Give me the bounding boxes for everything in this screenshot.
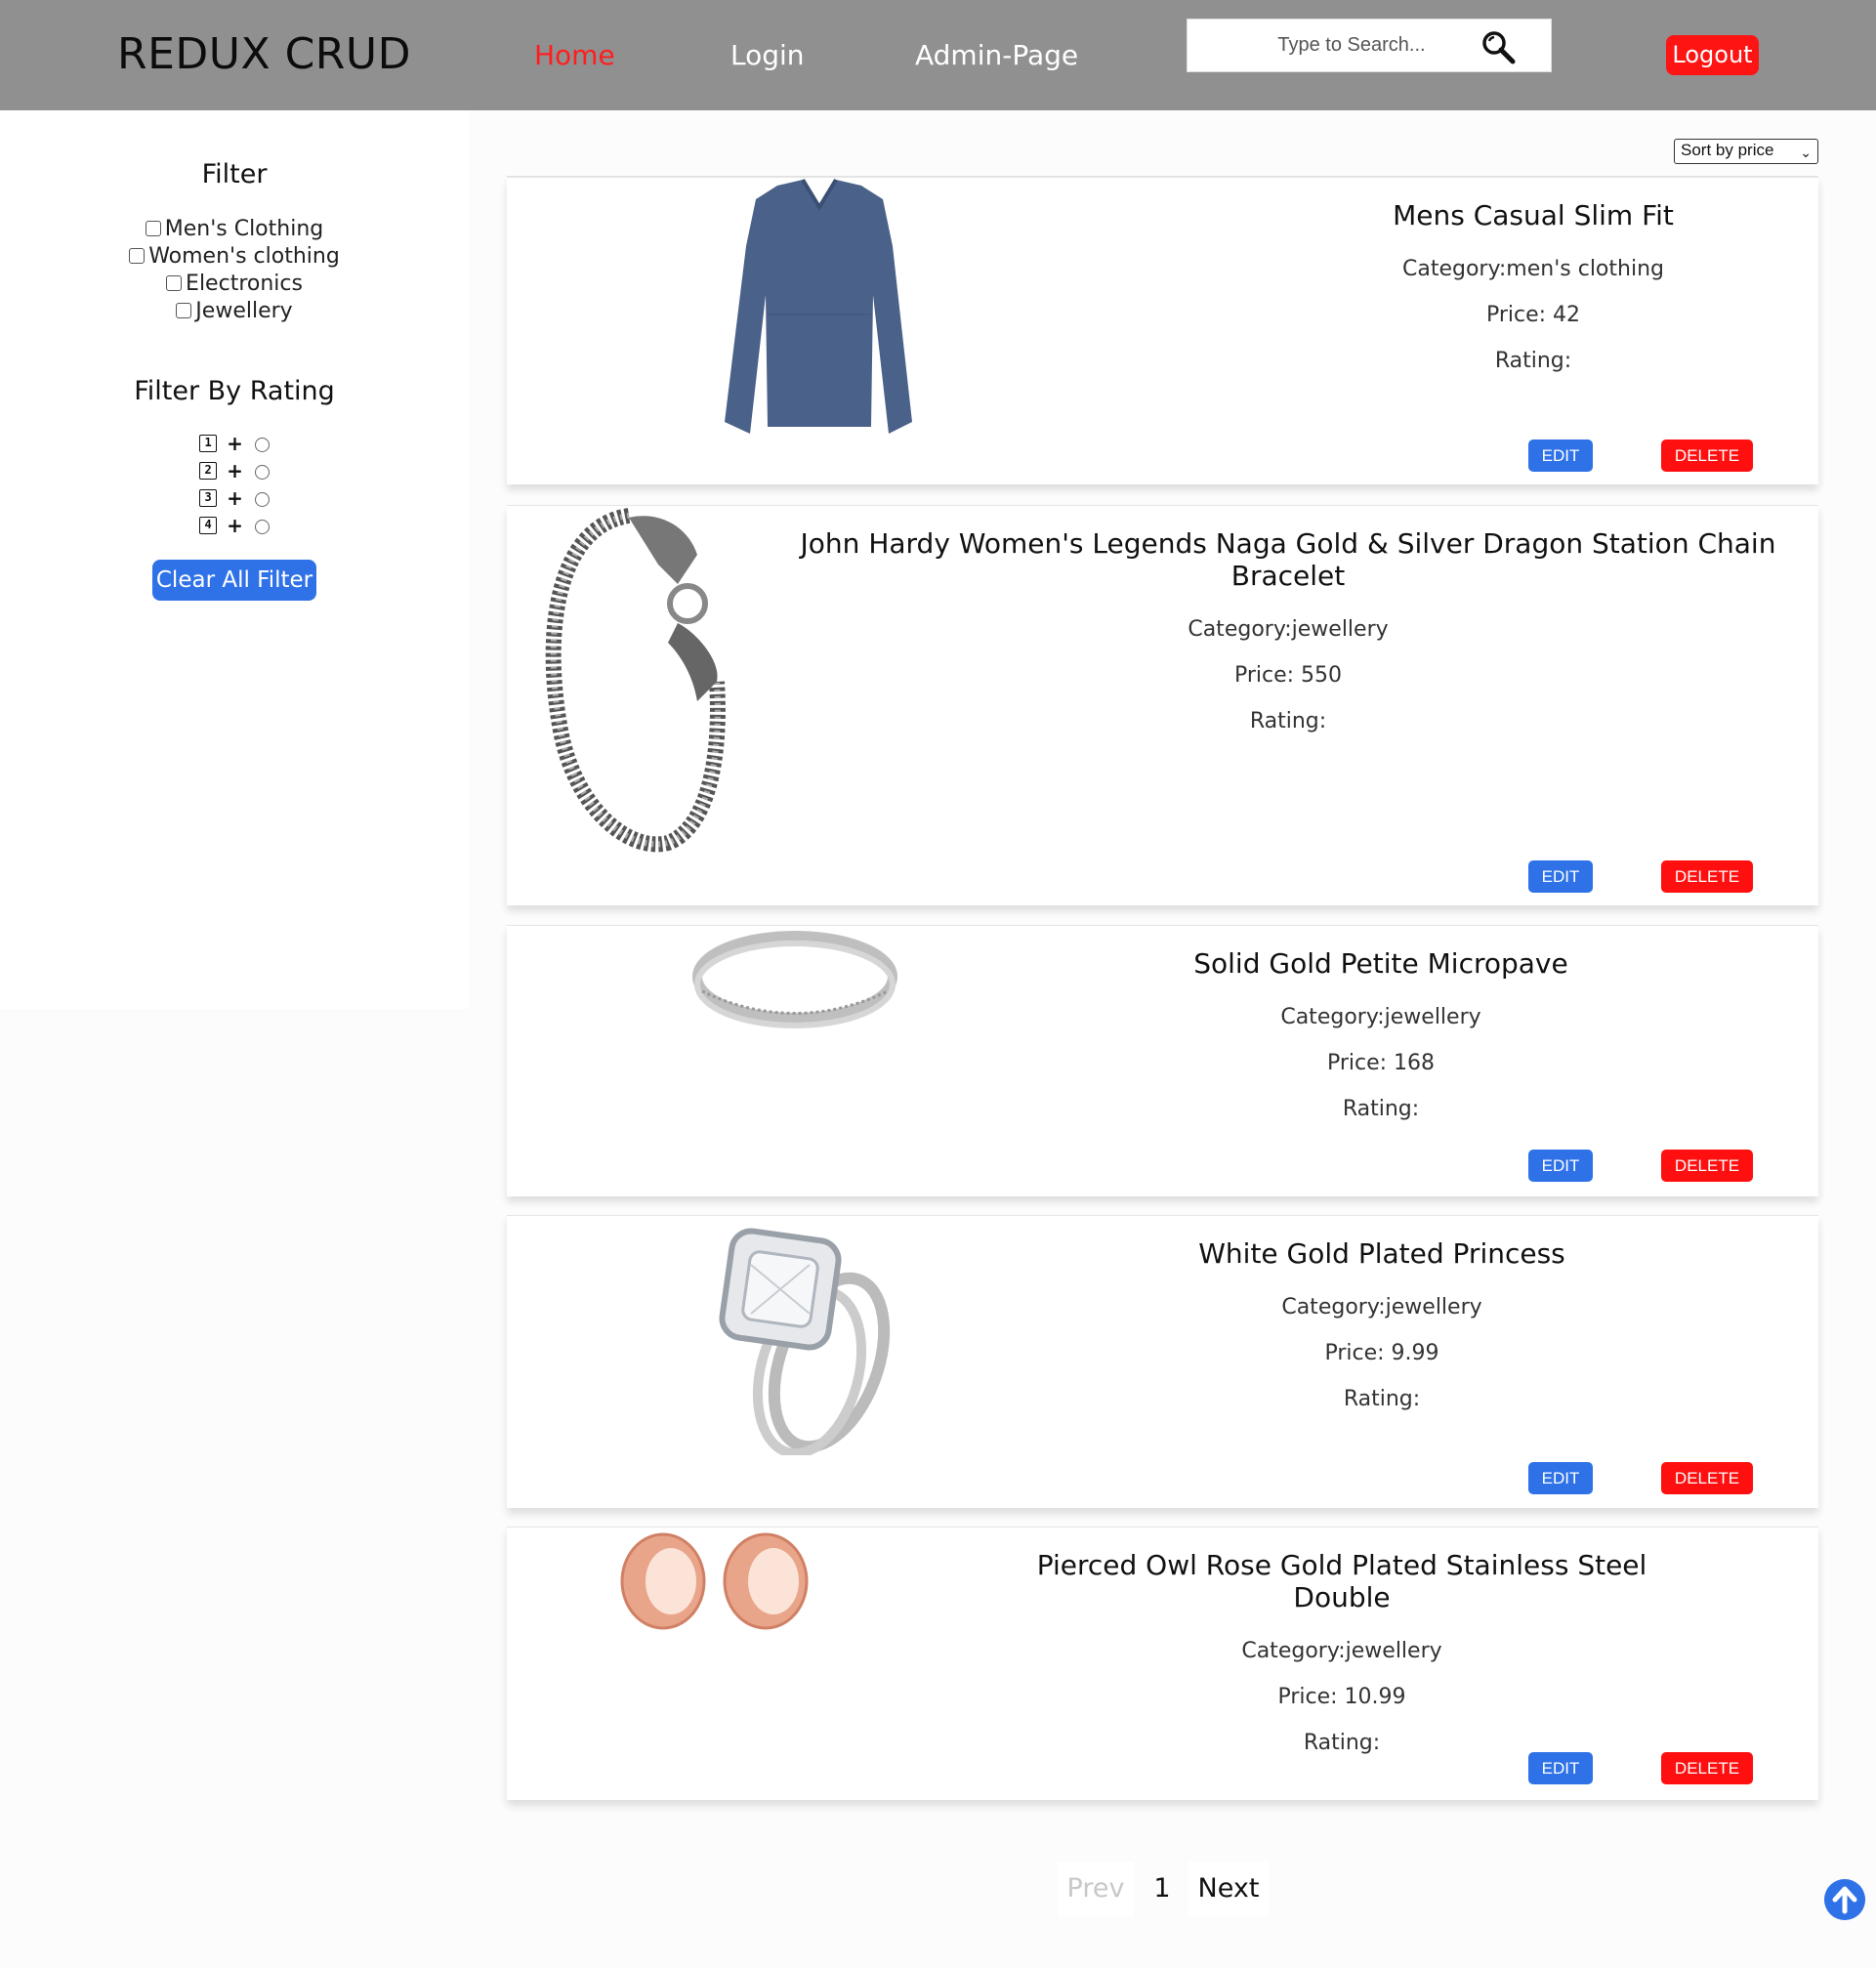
- plus-label: +: [227, 432, 243, 455]
- product-title[interactable]: Mens Casual Slim Fit: [1289, 199, 1777, 231]
- delete-button[interactable]: DELETE: [1661, 860, 1753, 893]
- filter-label: Women's clothing: [148, 243, 340, 269]
- product-price: Price: 550: [1233, 663, 1343, 688]
- product-card: Pierced Owl Rose Gold Plated Stainless S…: [507, 1527, 1818, 1800]
- edit-button[interactable]: EDIT: [1528, 1462, 1593, 1494]
- product-rating: Rating:: [1342, 1097, 1420, 1121]
- pagination-next-button[interactable]: Next: [1188, 1862, 1269, 1916]
- product-image: [545, 508, 726, 853]
- product-info: John Hardy Women's Legends Naga Gold & S…: [780, 527, 1796, 733]
- checkbox[interactable]: [176, 303, 192, 318]
- nav-login[interactable]: Login: [730, 39, 805, 71]
- product-title[interactable]: Pierced Owl Rose Gold Plated Stainless S…: [1024, 1549, 1659, 1613]
- number-3-icon: 3: [199, 489, 218, 507]
- clear-all-filter-button[interactable]: Clear All Filter: [152, 560, 316, 601]
- navbar: REDUX CRUD Home Login Admin-Page Logout: [0, 0, 1876, 110]
- product-category: Category:jewellery: [1188, 617, 1389, 642]
- filter-title: Filter: [201, 159, 268, 189]
- rating-filter-list: 1 + 2 + 3 + 4 +: [0, 430, 469, 539]
- product-card: White Gold Plated Princess Category:jewe…: [507, 1215, 1818, 1508]
- product-rating: Rating:: [1494, 349, 1572, 373]
- delete-button[interactable]: DELETE: [1661, 1462, 1753, 1494]
- edit-button[interactable]: EDIT: [1528, 440, 1593, 472]
- checkbox[interactable]: [129, 248, 146, 264]
- product-info: Mens Casual Slim Fit Category:men's clot…: [1289, 199, 1777, 373]
- checkbox[interactable]: [145, 221, 161, 236]
- radio-button[interactable]: [254, 438, 270, 452]
- number-1-icon: 1: [199, 435, 218, 452]
- rating-option-1[interactable]: 1 +: [0, 430, 469, 457]
- filter-womens-clothing[interactable]: Women's clothing: [0, 242, 469, 270]
- rating-filter-title: Filter By Rating: [134, 376, 335, 406]
- chevron-down-icon: ⌄: [1800, 145, 1812, 160]
- plus-label: +: [227, 459, 243, 482]
- product-image: [692, 931, 897, 1028]
- product-rating: Rating:: [1249, 709, 1327, 733]
- product-image: [725, 178, 912, 434]
- radio-button[interactable]: [254, 492, 270, 507]
- product-card: Mens Casual Slim Fit Category:men's clot…: [507, 177, 1818, 484]
- radio-button[interactable]: [254, 520, 270, 534]
- product-category: Category:jewellery: [1241, 1639, 1442, 1663]
- delete-button[interactable]: DELETE: [1661, 440, 1753, 472]
- search-input[interactable]: [1234, 20, 1469, 71]
- product-info: Pierced Owl Rose Gold Plated Stainless S…: [1024, 1549, 1659, 1755]
- sort-select[interactable]: Sort by price ⌄: [1674, 139, 1818, 164]
- delete-button[interactable]: DELETE: [1661, 1150, 1753, 1182]
- filter-label: Men's Clothing: [164, 216, 324, 241]
- brand-logo[interactable]: REDUX CRUD: [117, 29, 411, 79]
- plus-label: +: [227, 486, 243, 510]
- search-box: [1187, 19, 1552, 72]
- edit-button[interactable]: EDIT: [1528, 860, 1593, 893]
- search-icon[interactable]: [1480, 29, 1516, 64]
- edit-button[interactable]: EDIT: [1528, 1752, 1593, 1784]
- product-price: Price: 10.99: [1277, 1685, 1406, 1709]
- product-card: John Hardy Women's Legends Naga Gold & S…: [507, 505, 1818, 905]
- product-category: Category:jewellery: [1280, 1005, 1481, 1029]
- product-category: Category:men's clothing: [1402, 257, 1664, 281]
- product-info: Solid Gold Petite Micropave Category:jew…: [1137, 947, 1625, 1121]
- filter-label: Jewellery: [195, 298, 293, 323]
- number-4-icon: 4: [199, 517, 218, 534]
- arrow-up-circle-icon[interactable]: [1824, 1879, 1865, 1920]
- filter-mens-clothing[interactable]: Men's Clothing: [0, 215, 469, 242]
- filter-electronics[interactable]: Electronics: [0, 270, 469, 297]
- filter-label: Electronics: [186, 271, 303, 296]
- edit-button[interactable]: EDIT: [1528, 1150, 1593, 1182]
- number-2-icon: 2: [199, 462, 218, 480]
- product-title[interactable]: White Gold Plated Princess: [1138, 1237, 1626, 1270]
- filter-sidebar: Filter Men's Clothing Women's clothing E…: [0, 110, 469, 1009]
- product-title[interactable]: John Hardy Women's Legends Naga Gold & S…: [780, 527, 1796, 592]
- category-filter-list: Men's Clothing Women's clothing Electron…: [0, 215, 469, 324]
- nav-home[interactable]: Home: [534, 39, 615, 71]
- product-card: Solid Gold Petite Micropave Category:jew…: [507, 925, 1818, 1196]
- product-title[interactable]: Solid Gold Petite Micropave: [1137, 947, 1625, 980]
- product-info: White Gold Plated Princess Category:jewe…: [1138, 1237, 1626, 1411]
- product-rating: Rating:: [1343, 1387, 1421, 1411]
- nav-admin-page[interactable]: Admin-Page: [915, 39, 1078, 71]
- checkbox[interactable]: [166, 275, 183, 291]
- delete-button[interactable]: DELETE: [1661, 1752, 1753, 1784]
- product-price: Price: 42: [1485, 303, 1581, 327]
- product-image: [719, 1228, 891, 1455]
- rating-option-2[interactable]: 2 +: [0, 457, 469, 484]
- radio-button[interactable]: [254, 465, 270, 480]
- sort-selected-value: Sort by price: [1681, 141, 1774, 159]
- filter-jewellery[interactable]: Jewellery: [0, 297, 469, 324]
- logout-button[interactable]: Logout: [1666, 35, 1759, 75]
- product-category: Category:jewellery: [1281, 1295, 1482, 1319]
- product-price: Price: 9.99: [1324, 1341, 1439, 1365]
- product-price: Price: 168: [1326, 1051, 1436, 1075]
- plus-label: +: [227, 514, 243, 537]
- pagination-current-page[interactable]: 1: [1143, 1862, 1182, 1916]
- rating-option-3[interactable]: 3 +: [0, 484, 469, 512]
- product-image: [620, 1532, 809, 1630]
- rating-option-4[interactable]: 4 +: [0, 512, 469, 539]
- pagination-prev-button[interactable]: Prev: [1058, 1862, 1134, 1916]
